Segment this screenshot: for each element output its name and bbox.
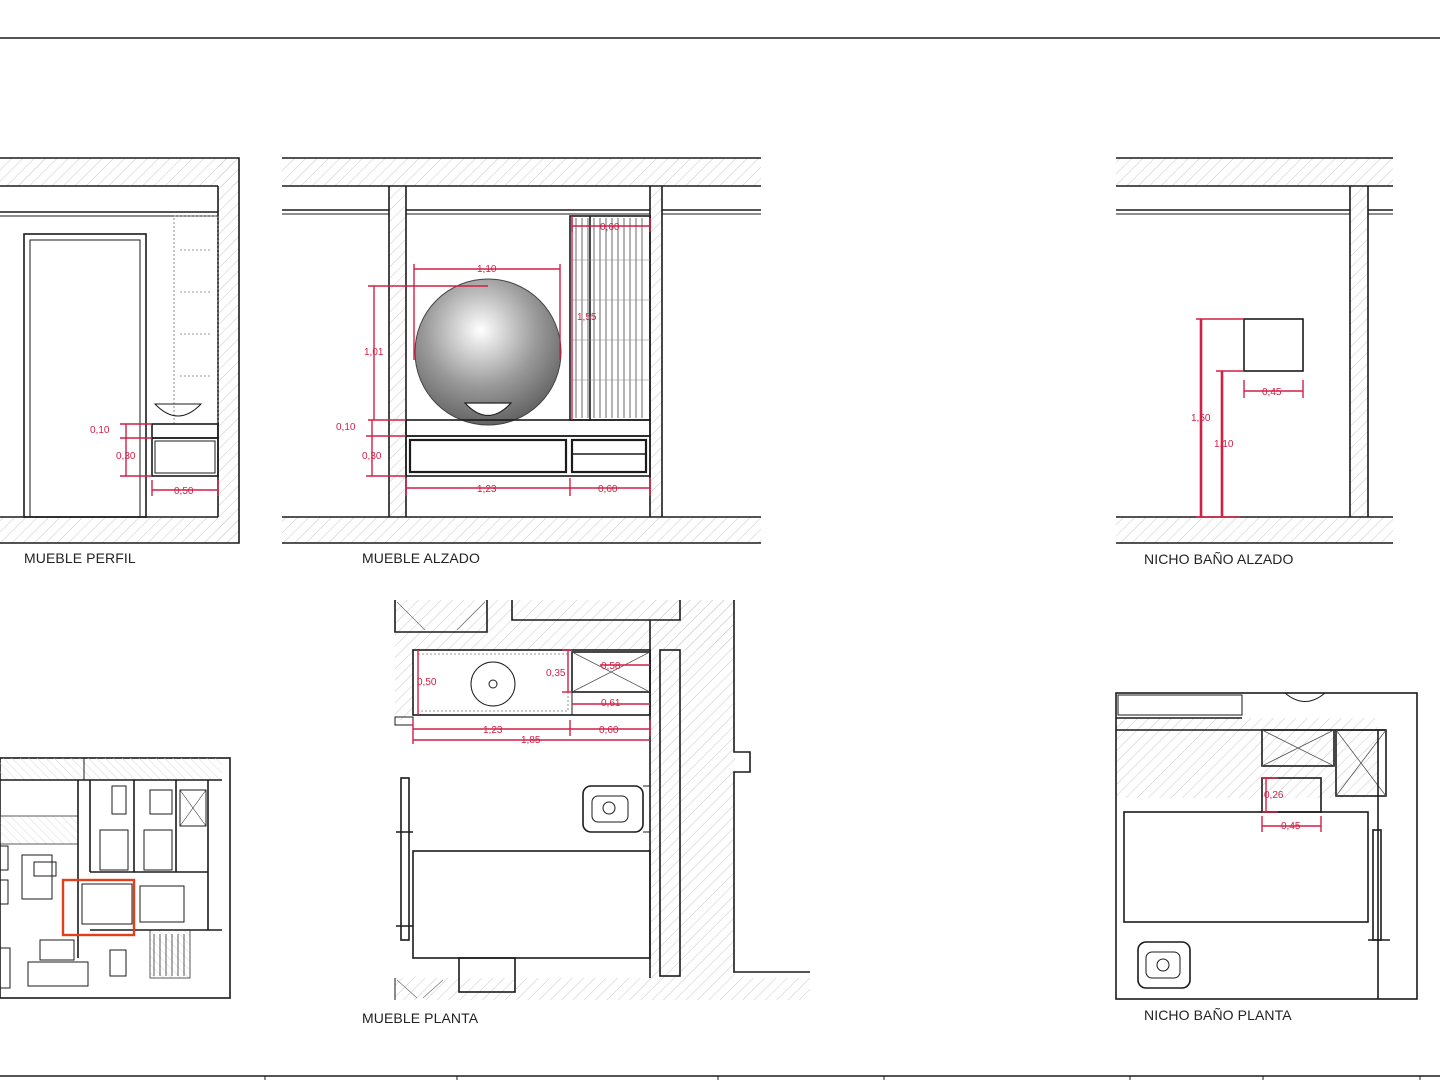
dim-mirror-height: 1,01 xyxy=(364,347,384,358)
dim-plan-depth: 0,50 xyxy=(417,677,437,688)
niche-elevation-drawing: 1,50 1,10 0,45 xyxy=(1116,157,1393,544)
title-mueble-perfil: MUEBLE PERFIL xyxy=(24,550,136,566)
dim-niche-plan-depth: 0,26 xyxy=(1264,790,1284,801)
drawing-sheet: 0,10 0,30 0,50 1,10 1,01 0,60 1,55 0,10 … xyxy=(0,37,1440,1080)
dim-plan-left-module: 1,23 xyxy=(483,725,503,736)
dim-niche-base-height: 1,10 xyxy=(1214,439,1234,450)
dim-profile-top-gap: 0,10 xyxy=(90,425,110,436)
dim-plan-right-module: 0,60 xyxy=(599,725,619,736)
profile-drawing: 0,10 0,30 0,50 xyxy=(0,157,240,544)
dim-plan-niche-width: 0,58 xyxy=(601,661,621,672)
dim-tall-unit-height: 1,55 xyxy=(577,312,597,323)
niche-plan-drawing: 0,26 0,45 xyxy=(1115,692,1418,1000)
dim-elevation-top-gap: 0,10 xyxy=(336,422,356,433)
dim-plan-total-length: 1,85 xyxy=(521,735,541,746)
key-plan-highlight xyxy=(61,878,136,937)
title-block-border xyxy=(0,1075,1440,1080)
dim-plan-niche-depth: 0,35 xyxy=(546,668,566,679)
title-mueble-planta: MUEBLE PLANTA xyxy=(362,1010,479,1026)
dim-niche-width: 0,45 xyxy=(1262,387,1282,398)
title-nicho-bano-alzado: NICHO BAÑO ALZADO xyxy=(1144,551,1294,567)
dim-tall-unit-width: 0,60 xyxy=(600,222,620,233)
dim-profile-drawer-height: 0,30 xyxy=(116,451,136,462)
dim-profile-depth: 0,50 xyxy=(174,486,194,497)
dim-elevation-left-module: 1,23 xyxy=(477,484,497,495)
title-mueble-alzado: MUEBLE ALZADO xyxy=(362,550,481,566)
elevation-drawing: 1,10 1,01 0,60 1,55 0,10 0,30 1,23 0,60 xyxy=(282,157,761,544)
key-plan xyxy=(0,757,231,999)
dim-elevation-drawer-height: 0,30 xyxy=(362,451,382,462)
dim-mirror-width: 1,10 xyxy=(477,264,497,275)
dim-plan-cabinet-width: 0,61 xyxy=(601,698,621,709)
title-nicho-bano-planta: NICHO BAÑO PLANTA xyxy=(1144,1007,1292,1023)
dim-niche-plan-width: 0,45 xyxy=(1281,821,1301,832)
plan-drawing: 0,50 0,35 0,58 0,61 1,23 0,60 1,85 xyxy=(394,600,810,1000)
dim-niche-total-height: 1,50 xyxy=(1191,413,1211,424)
dim-elevation-right-module: 0,60 xyxy=(598,484,618,495)
